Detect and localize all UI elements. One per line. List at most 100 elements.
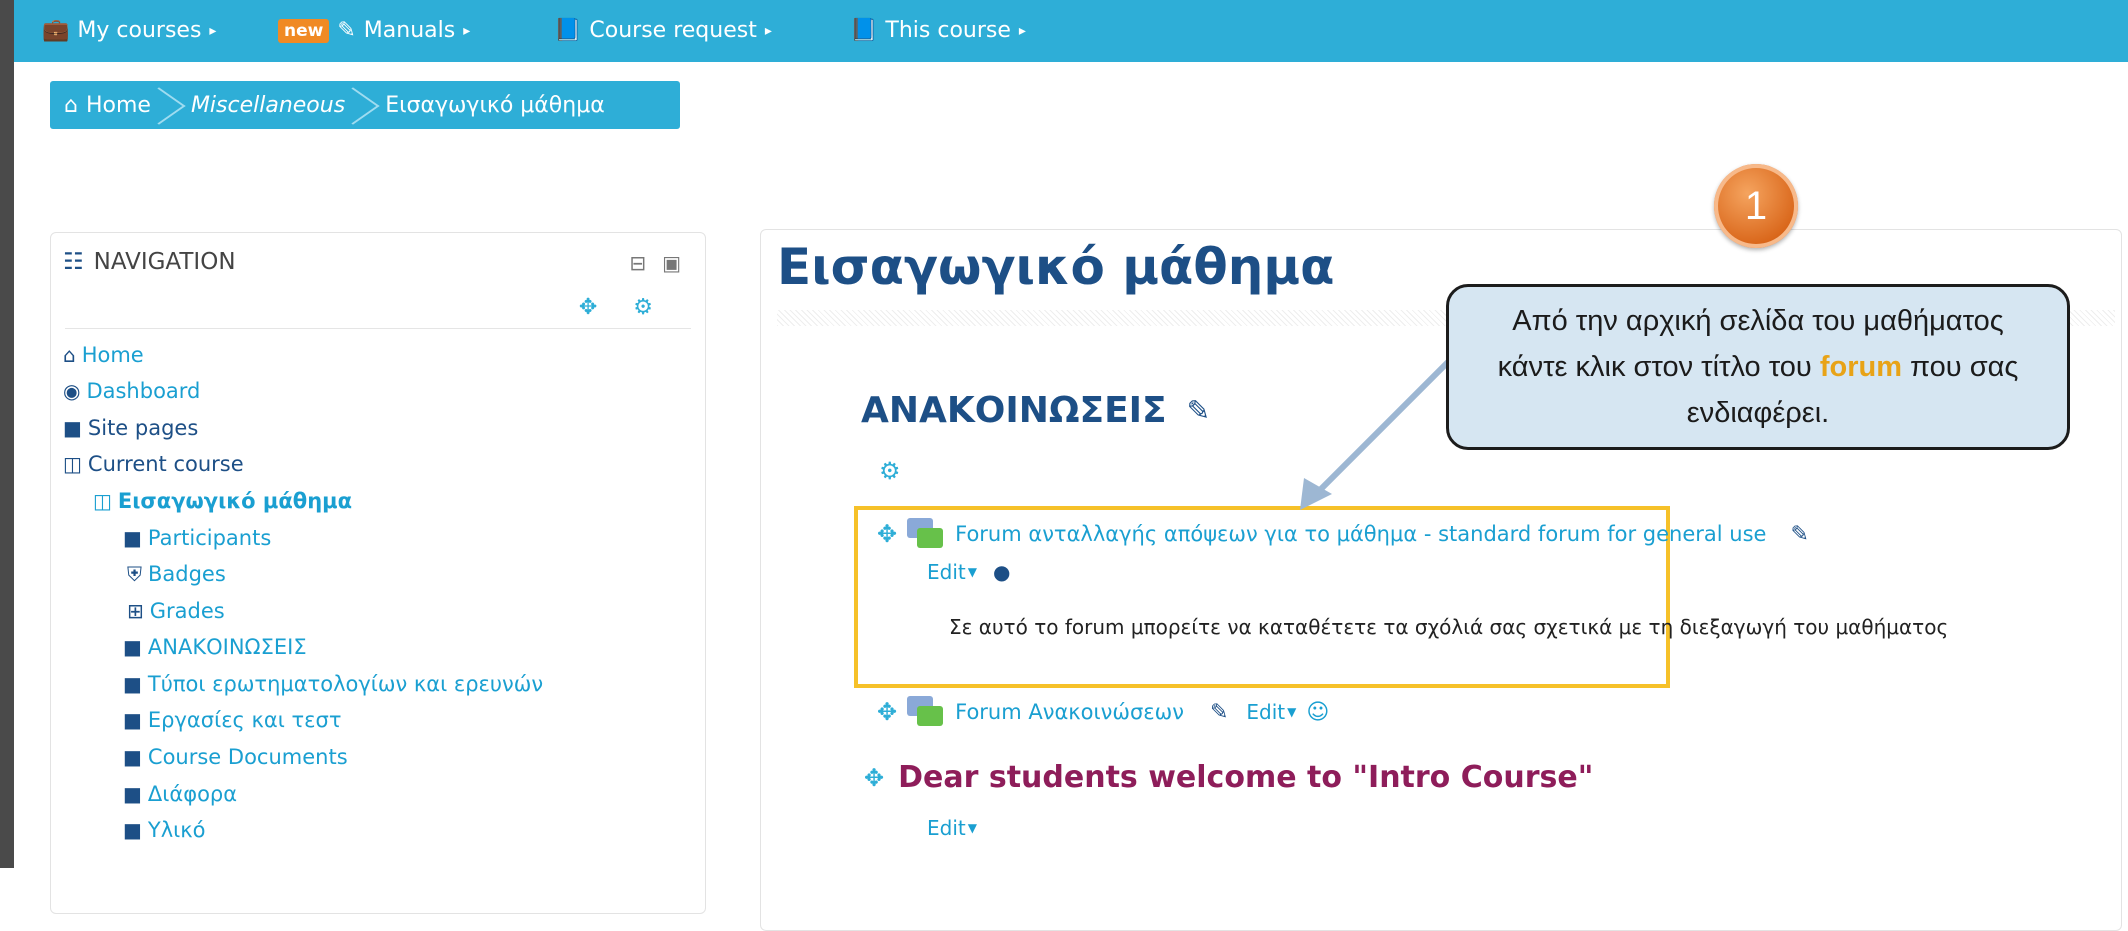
forum-link-2[interactable]: Forum Ανακοινώσεων: [955, 700, 1184, 724]
nav-item-label: Διάφορα: [147, 782, 238, 806]
user-circle-icon[interactable]: ☺: [1306, 700, 1329, 725]
nav-item-home[interactable]: ⌂ Home: [63, 343, 144, 367]
sitemap-icon: ☷: [63, 249, 84, 275]
nav-item-course-documents[interactable]: ■ Course Documents: [123, 745, 348, 769]
pencil-icon[interactable]: ✎: [1210, 700, 1228, 725]
folder-icon: ■: [123, 745, 142, 769]
nav-item-grades[interactable]: ⊞ Grades: [127, 599, 225, 623]
breadcrumb: ⌂ Home Miscellaneous Εισαγωγικό μάθημα: [50, 81, 680, 129]
nav-item-misc[interactable]: ■ Διάφορα: [123, 782, 237, 806]
table-icon: ⊞: [127, 599, 144, 623]
forum-link-1[interactable]: Forum ανταλλαγής απόψεων για το μάθημα -…: [955, 522, 1766, 546]
forum-activity-1: ✥ Forum ανταλλαγής απόψεων για το μάθημα…: [877, 518, 1809, 550]
gear-icon[interactable]: ⚙: [879, 457, 901, 485]
folder-icon: ■: [123, 635, 142, 659]
welcome-text: Dear students welcome to "Intro Course": [898, 760, 1594, 795]
nav-item-label: Site pages: [87, 416, 199, 440]
navigation-block: ☷ NAVIGATION ⊟ ▣ ✥ ⚙ ⌂ Home ◉ Dashboard …: [50, 232, 706, 914]
forum-description: Σε αυτό το forum μπορείτε να καταθέτετε …: [949, 615, 1949, 639]
breadcrumb-category[interactable]: Miscellaneous: [165, 81, 359, 129]
nav-item-current-course[interactable]: ◫ Current course: [63, 452, 244, 476]
pencil-icon[interactable]: ✎: [1187, 394, 1210, 427]
page-title: Εισαγωγικό μάθημα: [777, 238, 1335, 296]
instruction-callout: Από την αρχική σελίδα του μαθήματος κάντ…: [1446, 284, 2070, 450]
nav-item-course[interactable]: ◫ Εισαγωγικό μάθημα: [93, 489, 352, 513]
shield-icon: ⛨: [127, 562, 142, 586]
nav-item-label: Εισαγωγικό μάθημα: [117, 489, 353, 513]
edit-menu[interactable]: Edit: [927, 560, 966, 584]
nav-item-label: ΑΝΑΚΟΙΝΩΣΕΙΣ: [147, 635, 307, 659]
move-icon[interactable]: ✥: [877, 698, 897, 726]
forum-icon: [907, 518, 945, 550]
course-request-menu[interactable]: 📘 Course request ▸: [554, 14, 772, 48]
book-icon: 📘: [850, 18, 878, 43]
caret-right-icon: ▸: [1018, 23, 1026, 39]
section-header: ΑΝΑΚΟΙΝΩΣΕΙΣ ✎: [861, 390, 1210, 431]
nav-item-label: Participants: [147, 526, 272, 550]
edit-menu[interactable]: Edit: [927, 816, 966, 840]
caret-right-icon: ▸: [209, 23, 217, 39]
nav-item-label: Εργασίες και τεστ: [147, 708, 342, 732]
folder-icon: ■: [123, 526, 142, 550]
this-course-label: This course: [885, 18, 1011, 43]
briefcase-icon: 💼: [42, 18, 70, 43]
caret-right-icon: ▸: [764, 23, 772, 39]
callout-highlight: forum: [1819, 351, 1902, 383]
user-icon[interactable]: ●: [993, 560, 1010, 584]
breadcrumb-course-label: Εισαγωγικό μάθημα: [385, 92, 605, 118]
pencil-icon[interactable]: ✎: [1790, 522, 1808, 547]
home-icon: ⌂: [64, 92, 78, 118]
nav-item-badges[interactable]: ⛨ Badges: [127, 562, 226, 586]
folder-icon: ■: [123, 818, 142, 842]
nav-item-participants[interactable]: ■ Participants: [123, 526, 271, 550]
collapse-icon[interactable]: ⊟: [629, 251, 646, 275]
label-activity: ✥ Dear students welcome to "Intro Course…: [864, 760, 1593, 795]
folder-icon: ■: [123, 672, 142, 696]
new-badge: new: [278, 19, 330, 43]
manuals-label: Manuals: [363, 18, 456, 43]
nav-item-dashboard[interactable]: ◉ Dashboard: [63, 379, 200, 403]
block-controls: ⊟ ▣: [629, 251, 681, 275]
navigation-block-header: ☷ NAVIGATION: [63, 249, 236, 275]
breadcrumb-home[interactable]: ⌂ Home: [50, 81, 165, 129]
navigation-title: NAVIGATION: [93, 249, 236, 275]
nav-item-label: Badges: [148, 562, 226, 586]
nav-item-material[interactable]: ■ Υλικό: [123, 818, 206, 842]
gear-icon[interactable]: ⚙: [633, 295, 653, 320]
nav-item-label: Home: [81, 343, 144, 367]
nav-item-label: Υλικό: [147, 818, 206, 842]
edit-menu[interactable]: Edit: [1246, 700, 1285, 724]
nav-item-assignments[interactable]: ■ Εργασίες και τεστ: [123, 708, 342, 732]
top-navbar: 💼 My courses ▸ new ✎ Manuals ▸ 📘 Course …: [14, 0, 2128, 62]
my-courses-menu[interactable]: 💼 My courses ▸: [42, 14, 216, 48]
label-actions: Edit ▼: [927, 816, 977, 840]
nav-item-announcements[interactable]: ■ ΑΝΑΚΟΙΝΩΣΕΙΣ: [123, 635, 307, 659]
move-icon[interactable]: ✥: [877, 520, 897, 548]
my-courses-label: My courses: [77, 18, 202, 43]
caret-down-icon: ▼: [1287, 705, 1297, 719]
nav-item-questionnaires[interactable]: ■ Τύποι ερωτηματολογίων και ερευνών: [123, 672, 543, 696]
block-edit-controls: ✥ ⚙: [579, 295, 653, 320]
window-edge: [0, 0, 14, 868]
this-course-menu[interactable]: 📘 This course ▸: [850, 14, 1026, 48]
section-title: ΑΝΑΚΟΙΝΩΣΕΙΣ: [861, 390, 1167, 431]
step-number-badge: 1: [1714, 164, 1798, 248]
book-icon: 📘: [554, 18, 582, 43]
folder-open-icon: ◫: [63, 452, 82, 476]
dock-icon[interactable]: ▣: [662, 251, 681, 275]
divider: [65, 328, 691, 329]
folder-icon: ■: [63, 416, 82, 440]
nav-item-site-pages[interactable]: ■ Site pages: [63, 416, 198, 440]
manuals-menu[interactable]: new ✎ Manuals ▸: [278, 14, 470, 48]
breadcrumb-course[interactable]: Εισαγωγικό μάθημα: [359, 81, 619, 129]
course-request-label: Course request: [589, 18, 757, 43]
move-icon[interactable]: ✥: [864, 764, 884, 792]
move-icon[interactable]: ✥: [579, 295, 597, 320]
dashboard-icon: ◉: [63, 379, 81, 403]
caret-right-icon: ▸: [463, 23, 471, 39]
folder-open-icon: ◫: [93, 489, 112, 513]
forum-1-actions: Edit ▼ ●: [927, 560, 1010, 584]
breadcrumb-home-label: Home: [85, 92, 151, 118]
breadcrumb-category-label: Miscellaneous: [190, 92, 346, 118]
caret-down-icon: ▼: [967, 565, 977, 579]
